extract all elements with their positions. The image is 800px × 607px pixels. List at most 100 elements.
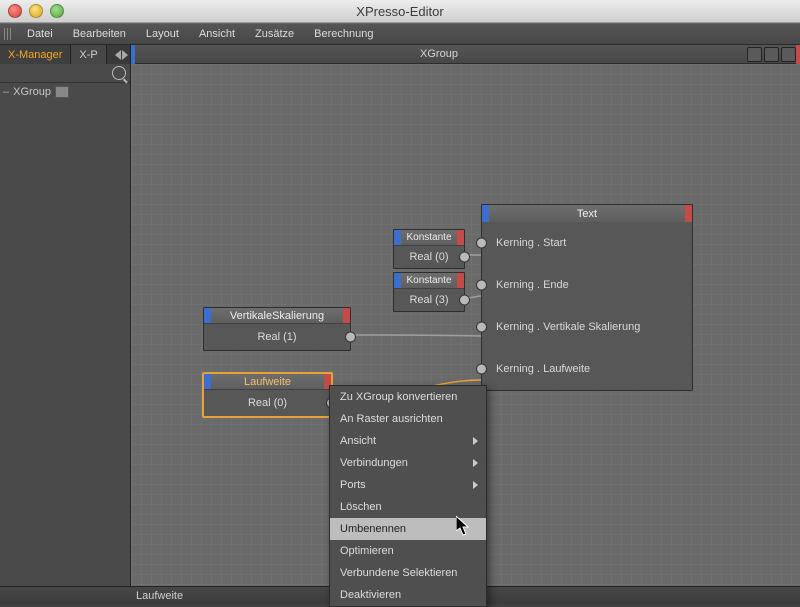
window-title: XPresso-Editor (0, 4, 800, 19)
tab-prev-icon[interactable] (115, 50, 121, 60)
node-title: Laufweite (211, 374, 324, 389)
node-row-label: Real (0) (248, 397, 287, 409)
node-row-label: Real (1) (257, 331, 296, 343)
output-port[interactable] (345, 332, 356, 343)
node-title: Konstante (401, 273, 457, 288)
ctx-item-label: Deaktivieren (340, 589, 401, 601)
sidebar: – XGroup (0, 64, 131, 586)
node-input-handle[interactable] (394, 273, 401, 288)
node-output-handle[interactable] (457, 230, 464, 245)
ctx-item-label: Umbenennen (340, 523, 406, 535)
node-input-handle[interactable] (394, 230, 401, 245)
ctx-item-label: An Raster ausrichten (340, 413, 443, 425)
ctx-item-label: Zu XGroup konvertieren (340, 391, 457, 403)
tab-strip: X-Manager X-P (0, 45, 131, 64)
panel-output-handle[interactable] (796, 45, 800, 64)
menu-datei[interactable]: Datei (18, 26, 62, 42)
node-laufweite[interactable]: Laufweite Real (0) (203, 373, 332, 417)
input-port[interactable] (476, 364, 487, 375)
window-titlebar: XPresso-Editor (0, 0, 800, 23)
ctx-item-label: Verbindungen (340, 457, 408, 469)
ctx-zu-xgroup-konvertieren[interactable]: Zu XGroup konvertieren (330, 386, 486, 408)
minimize-icon[interactable] (29, 4, 43, 18)
input-row-kerning-vert: Kerning . Vertikale Skalierung (482, 306, 692, 348)
context-menu[interactable]: Zu XGroup konvertieren An Raster ausrich… (329, 385, 487, 607)
ctx-item-label: Ports (340, 479, 366, 491)
node-input-handle[interactable] (482, 205, 489, 222)
input-row-kerning-start: Kerning . Start (482, 222, 692, 264)
tab-secondary[interactable]: X-P (71, 45, 106, 64)
menu-layout[interactable]: Layout (137, 26, 188, 42)
node-icon (55, 86, 69, 98)
chevron-right-icon (473, 459, 478, 467)
input-row-kerning-laufweite: Kerning . Laufweite (482, 348, 692, 390)
tree-expand-icon[interactable]: – (3, 86, 9, 98)
panel-header-icons (747, 47, 796, 62)
ctx-loeschen[interactable]: Löschen (330, 496, 486, 518)
ctx-verbindungen[interactable]: Verbindungen (330, 452, 486, 474)
output-port[interactable] (459, 252, 470, 263)
ctx-verbundene-selektieren[interactable]: Verbundene Selektieren (330, 562, 486, 584)
search-icon[interactable] (112, 66, 126, 80)
grip-icon[interactable] (4, 28, 12, 40)
tab-next-icon[interactable] (122, 50, 128, 60)
menu-zusaetze[interactable]: Zusätze (246, 26, 303, 42)
input-port[interactable] (476, 238, 487, 249)
node-input-handle[interactable] (204, 308, 211, 323)
ctx-deaktivieren[interactable]: Deaktivieren (330, 584, 486, 606)
tree-item-xgroup[interactable]: – XGroup (0, 83, 130, 101)
sidebar-search-row (0, 64, 130, 83)
menu-ansicht[interactable]: Ansicht (190, 26, 244, 42)
window-controls (8, 4, 64, 18)
panel-header: XGroup (131, 45, 800, 64)
node-output-handle[interactable] (457, 273, 464, 288)
node-title: Text (489, 205, 685, 222)
zoom-icon[interactable] (50, 4, 64, 18)
node-row-label: Real (3) (409, 294, 448, 306)
tool-row: X-Manager X-P XGroup (0, 45, 800, 64)
node-konstante-3[interactable]: Konstante Real (3) (393, 272, 465, 312)
ctx-an-raster-ausrichten[interactable]: An Raster ausrichten (330, 408, 486, 430)
node-konstante-0[interactable]: Konstante Real (0) (393, 229, 465, 269)
ctx-optimieren[interactable]: Optimieren (330, 540, 486, 562)
close-icon[interactable] (8, 4, 22, 18)
ctx-item-label: Ansicht (340, 435, 376, 447)
ctx-umbenennen[interactable]: Umbenennen (330, 518, 486, 540)
ctx-item-label: Löschen (340, 501, 382, 513)
tab-nav (115, 50, 128, 60)
input-row-label: Kerning . Laufweite (496, 363, 590, 375)
menu-berechnung[interactable]: Berechnung (305, 26, 382, 42)
ctx-item-label: Optimieren (340, 545, 394, 557)
menu-bearbeiten[interactable]: Bearbeiten (64, 26, 135, 42)
input-port[interactable] (476, 322, 487, 333)
input-row-kerning-ende: Kerning . Ende (482, 264, 692, 306)
chevron-right-icon (473, 437, 478, 445)
node-output-handle[interactable] (343, 308, 350, 323)
node-row: Real (0) (394, 245, 464, 268)
ctx-ports[interactable]: Ports (330, 474, 486, 496)
node-text[interactable]: Text Kerning . Start Kerning . Ende Kern… (481, 204, 693, 391)
panel-icon-2[interactable] (764, 47, 779, 62)
ctx-ansicht[interactable]: Ansicht (330, 430, 486, 452)
panel-icon-3[interactable] (781, 47, 796, 62)
input-row-label: Kerning . Start (496, 237, 566, 249)
node-row: Real (1) (204, 323, 350, 350)
output-port[interactable] (459, 295, 470, 306)
tab-xmanager[interactable]: X-Manager (0, 45, 71, 64)
node-output-handle[interactable] (685, 205, 692, 222)
input-row-label: Kerning . Ende (496, 279, 569, 291)
input-port[interactable] (476, 280, 487, 291)
node-row: Real (0) (204, 389, 331, 416)
node-vertikaleskalierung[interactable]: VertikaleSkalierung Real (1) (203, 307, 351, 351)
panel-title: XGroup (135, 48, 743, 60)
node-row-label: Real (0) (409, 251, 448, 263)
chevron-right-icon (473, 481, 478, 489)
node-title: VertikaleSkalierung (211, 308, 343, 323)
input-row-label: Kerning . Vertikale Skalierung (496, 321, 640, 333)
ctx-item-label: Verbundene Selektieren (340, 567, 457, 579)
node-title: Konstante (401, 230, 457, 245)
panel-icon-1[interactable] (747, 47, 762, 62)
menu-bar: Datei Bearbeiten Layout Ansicht Zusätze … (0, 23, 800, 45)
node-input-handle[interactable] (204, 374, 211, 389)
node-row: Real (3) (394, 288, 464, 311)
